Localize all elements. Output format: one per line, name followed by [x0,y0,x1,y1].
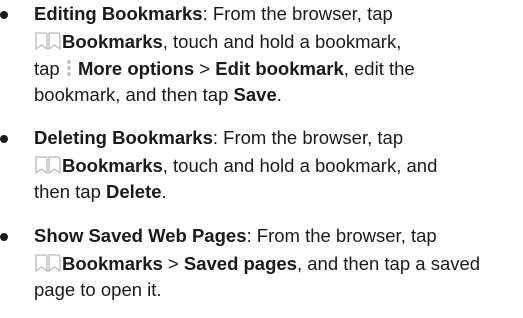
item-line: Bookmarks > Saved pages, and then tap a … [34,253,480,275]
edit-bookmark-label: Edit bookmark [215,58,344,79]
more-options-label: More options [78,58,195,79]
item-text: bookmark, and then tap [34,84,234,105]
bookmarks-icon [34,31,62,51]
item-line: Show Saved Web Pages: From the browser, … [34,226,437,248]
item-line: then tap Delete. [34,182,167,204]
item-title: Deleting Bookmarks [34,127,213,148]
item-text: then tap [34,181,107,202]
saved-pages-label: Saved pages [183,253,297,274]
bookmarks-icon [34,155,62,175]
item-line: Editing Bookmarks: From the browser, tap [34,4,393,26]
bullet-dot [0,233,8,241]
bookmarks-label: Bookmarks [62,31,163,52]
item-text: , touch and hold a bookmark, [162,31,402,52]
bookmarks-icon [34,253,62,273]
item-line: bookmark, and then tap Save. [34,85,282,107]
item-text: page to open it. [34,279,162,300]
save-label: Save [233,84,277,105]
item-text: , edit the [343,58,415,79]
item-text: , touch and hold a bookmark, and [162,155,438,176]
item-text: : From the browser, tap [202,3,393,24]
bookmarks-label: Bookmarks [62,155,163,176]
item-line: Bookmarks, touch and hold a bookmark, an… [34,155,437,177]
item-text: : From the browser, tap [246,225,437,246]
separator: > [162,253,184,274]
item-line: page to open it. [34,280,162,302]
item-text: tap [34,58,60,79]
item-title: Show Saved Web Pages [34,225,247,246]
item-text: , and then tap a saved [296,253,481,274]
delete-label: Delete [106,181,162,202]
item-line: Deleting Bookmarks: From the browser, ta… [34,128,403,150]
item-text: . [161,181,167,202]
bullet-dot [0,135,8,143]
item-text: . [276,84,282,105]
separator: > [194,58,216,79]
bullet-dot [0,11,8,19]
item-text: : From the browser, tap [212,127,404,148]
item-line: Bookmarks, touch and hold a bookmark, [34,31,401,53]
item-title: Editing Bookmarks [34,3,203,24]
item-line: tap More options > Edit bookmark, edit t… [34,58,415,80]
more-options-icon [65,58,73,78]
bookmarks-label: Bookmarks [62,253,163,274]
